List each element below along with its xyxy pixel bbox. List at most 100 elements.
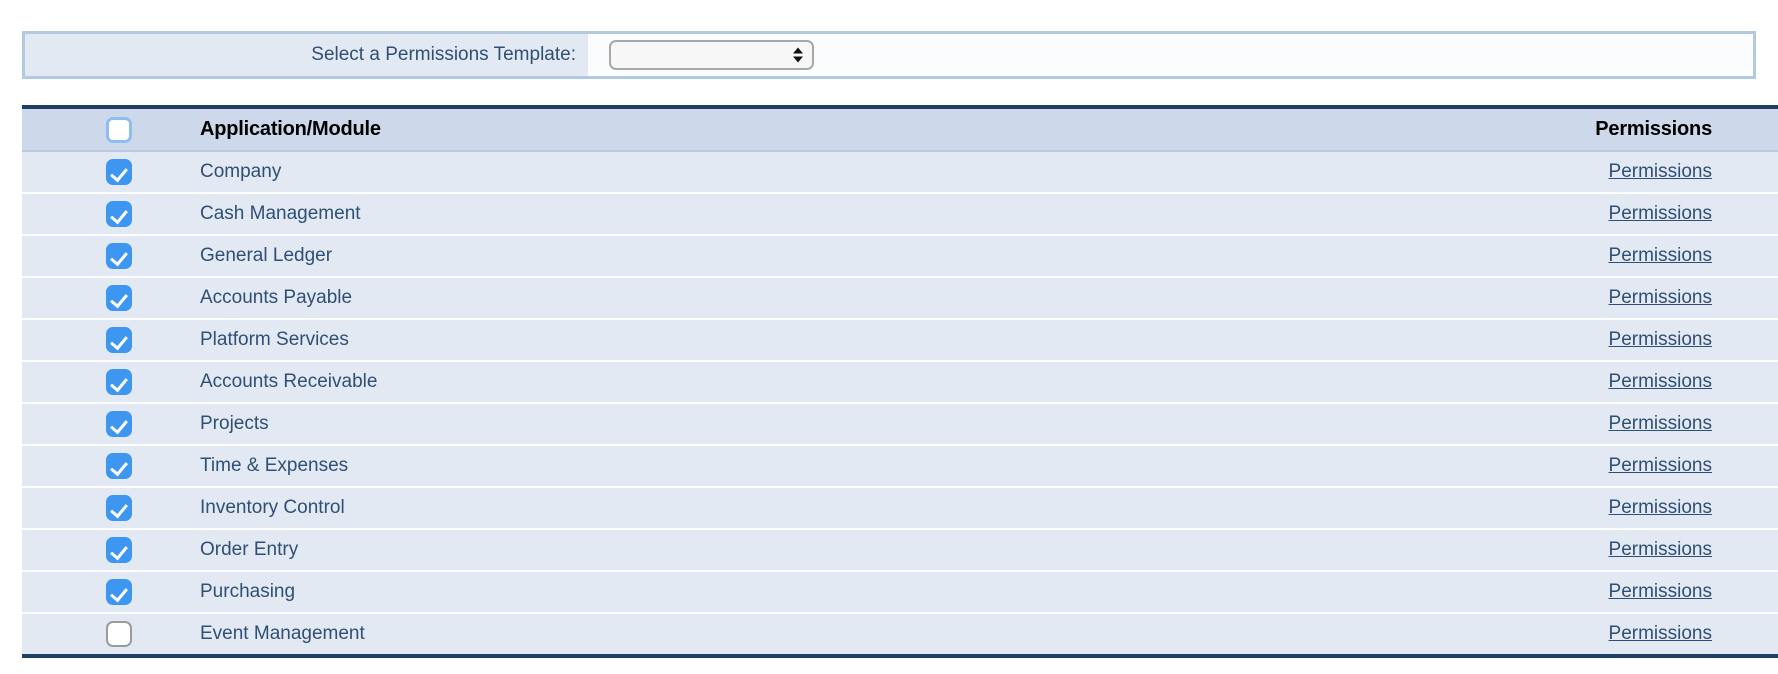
permissions-link[interactable]: Permissions: [1609, 371, 1712, 392]
row-module-cell: Time & Expenses: [200, 455, 1298, 477]
module-name: Inventory Control: [200, 497, 345, 518]
select-all-checkbox[interactable]: [106, 116, 132, 143]
module-name: Platform Services: [200, 329, 349, 350]
row-permissions-cell: Permissions: [1298, 413, 1778, 435]
table-header-row: Application/Module Permissions: [22, 109, 1778, 152]
row-permissions-cell: Permissions: [1298, 581, 1778, 603]
permissions-link[interactable]: Permissions: [1609, 455, 1712, 476]
row-checkbox-cell: [22, 453, 200, 479]
row-module-cell: General Ledger: [200, 245, 1298, 267]
module-checkbox[interactable]: [106, 159, 132, 185]
row-permissions-cell: Permissions: [1298, 539, 1778, 561]
row-checkbox-cell: [22, 327, 200, 353]
row-module-cell: Event Management: [200, 623, 1298, 645]
module-name: Accounts Payable: [200, 287, 353, 308]
table-row: Platform Services Permissions: [22, 320, 1778, 362]
header-module-cell: Application/Module: [200, 118, 1298, 141]
row-permissions-cell: Permissions: [1298, 623, 1778, 645]
module-name: General Ledger: [200, 245, 333, 266]
permissions-template-select[interactable]: [609, 40, 814, 70]
module-name: Accounts Receivable: [200, 371, 378, 392]
table-row: Event Management Permissions: [22, 614, 1778, 654]
select-stepper-icon[interactable]: [793, 47, 803, 63]
permissions-link[interactable]: Permissions: [1609, 203, 1712, 224]
module-name: Time & Expenses: [200, 455, 349, 476]
module-checkbox[interactable]: [106, 579, 132, 605]
module-name: Company: [200, 161, 282, 182]
table-row: Projects Permissions: [22, 404, 1778, 446]
row-checkbox-cell: [22, 159, 200, 185]
template-label-cell: Select a Permissions Template:: [25, 34, 588, 76]
row-module-cell: Order Entry: [200, 539, 1298, 561]
row-checkbox-cell: [22, 621, 200, 647]
module-checkbox[interactable]: [106, 243, 132, 269]
module-checkbox[interactable]: [106, 201, 132, 227]
permissions-link[interactable]: Permissions: [1609, 287, 1712, 308]
row-permissions-cell: Permissions: [1298, 203, 1778, 225]
module-name: Order Entry: [200, 539, 299, 560]
row-checkbox-cell: [22, 243, 200, 269]
triangle-down-icon: [793, 56, 803, 63]
permissions-link[interactable]: Permissions: [1609, 623, 1712, 644]
table-row: General Ledger Permissions: [22, 236, 1778, 278]
template-label: Select a Permissions Template:: [311, 44, 576, 65]
row-module-cell: Accounts Receivable: [200, 371, 1298, 393]
template-field-cell: [588, 34, 1753, 76]
permissions-table: Application/Module Permissions Company Pe…: [22, 105, 1778, 658]
row-permissions-cell: Permissions: [1298, 371, 1778, 393]
module-name: Projects: [200, 413, 269, 434]
permissions-link[interactable]: Permissions: [1609, 161, 1712, 182]
permissions-link[interactable]: Permissions: [1609, 581, 1712, 602]
row-module-cell: Projects: [200, 413, 1298, 435]
table-row: Order Entry Permissions: [22, 530, 1778, 572]
row-module-cell: Inventory Control: [200, 497, 1298, 519]
table-row: Company Permissions: [22, 152, 1778, 194]
row-checkbox-cell: [22, 201, 200, 227]
module-checkbox[interactable]: [106, 327, 132, 353]
table-row: Accounts Payable Permissions: [22, 278, 1778, 320]
module-name: Cash Management: [200, 203, 361, 224]
row-module-cell: Cash Management: [200, 203, 1298, 225]
row-module-cell: Purchasing: [200, 581, 1298, 603]
triangle-up-icon: [793, 47, 803, 54]
row-permissions-cell: Permissions: [1298, 497, 1778, 519]
row-permissions-cell: Permissions: [1298, 455, 1778, 477]
permissions-link[interactable]: Permissions: [1609, 539, 1712, 560]
row-module-cell: Platform Services: [200, 329, 1298, 351]
module-checkbox[interactable]: [106, 495, 132, 521]
header-select-all-cell: [22, 116, 200, 143]
module-checkbox[interactable]: [106, 453, 132, 479]
permissions-link[interactable]: Permissions: [1609, 329, 1712, 350]
module-name: Purchasing: [200, 581, 296, 602]
module-name: Event Management: [200, 623, 365, 644]
table-row: Cash Management Permissions: [22, 194, 1778, 236]
permissions-link[interactable]: Permissions: [1609, 413, 1712, 434]
module-checkbox[interactable]: [106, 537, 132, 563]
row-permissions-cell: Permissions: [1298, 329, 1778, 351]
row-permissions-cell: Permissions: [1298, 161, 1778, 183]
table-row: Purchasing Permissions: [22, 572, 1778, 614]
permissions-link[interactable]: Permissions: [1609, 497, 1712, 518]
module-checkbox[interactable]: [106, 285, 132, 311]
row-checkbox-cell: [22, 537, 200, 563]
table-row: Time & Expenses Permissions: [22, 446, 1778, 488]
table-row: Accounts Receivable Permissions: [22, 362, 1778, 404]
row-checkbox-cell: [22, 411, 200, 437]
module-checkbox[interactable]: [106, 621, 132, 647]
row-checkbox-cell: [22, 579, 200, 605]
permissions-link[interactable]: Permissions: [1609, 245, 1712, 266]
column-header-permissions: Permissions: [1595, 118, 1712, 140]
column-header-module: Application/Module: [200, 118, 381, 140]
header-permissions-cell: Permissions: [1298, 118, 1778, 141]
table-row: Inventory Control Permissions: [22, 488, 1778, 530]
row-checkbox-cell: [22, 495, 200, 521]
permissions-template-panel: Select a Permissions Template:: [22, 31, 1756, 79]
template-selector-row: Select a Permissions Template:: [25, 34, 1753, 76]
row-checkbox-cell: [22, 369, 200, 395]
row-checkbox-cell: [22, 285, 200, 311]
module-checkbox[interactable]: [106, 369, 132, 395]
row-module-cell: Accounts Payable: [200, 287, 1298, 309]
row-permissions-cell: Permissions: [1298, 287, 1778, 309]
row-module-cell: Company: [200, 161, 1298, 183]
module-checkbox[interactable]: [106, 411, 132, 437]
